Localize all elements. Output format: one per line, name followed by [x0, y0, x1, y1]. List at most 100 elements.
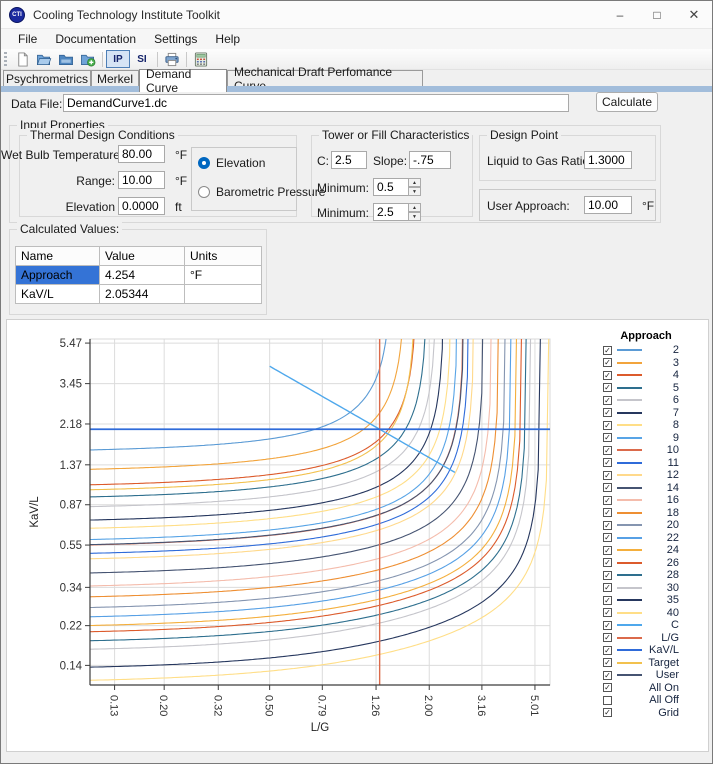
legend-checkbox[interactable]: ✓	[603, 621, 612, 630]
menu-file[interactable]: File	[9, 30, 46, 48]
legend-checkbox[interactable]: ✓	[603, 708, 612, 717]
calculate-button[interactable]: Calculate	[596, 92, 658, 112]
axis-tick-label: 0.20	[157, 695, 169, 716]
tab-merkel[interactable]: Merkel	[91, 70, 139, 86]
minimize-button[interactable]: –	[602, 1, 638, 29]
ip-units-button[interactable]: IP	[106, 50, 130, 68]
legend-checkbox[interactable]: ✓	[603, 533, 612, 542]
legend-checkbox[interactable]: ✓	[603, 396, 612, 405]
legend-checkbox[interactable]: ✓	[603, 458, 612, 467]
close-button[interactable]: ✕	[676, 1, 712, 29]
axis-tick-label: 3.45	[60, 379, 82, 391]
radio-elevation-label: Elevation	[216, 156, 265, 170]
new-file-icon[interactable]	[11, 50, 33, 69]
minimum2-input[interactable]	[373, 203, 409, 221]
legend-label: 20	[642, 519, 705, 531]
legend-checkbox[interactable]: ✓	[603, 558, 612, 567]
legend-checkbox[interactable]: ✓	[603, 508, 612, 517]
menu-documentation[interactable]: Documentation	[46, 30, 145, 48]
tab-mechanical-draft[interactable]: Mechanical Draft Perfomance Curve	[227, 70, 423, 86]
legend-row-user: ✓User	[595, 669, 705, 682]
radio-barometric-dot[interactable]	[198, 186, 210, 198]
legend-line-swatch	[617, 687, 642, 689]
legend-checkbox[interactable]: ✓	[603, 683, 612, 692]
calculator-icon[interactable]	[190, 50, 212, 69]
chart-curve	[90, 320, 527, 641]
legend-row-30: ✓30	[595, 582, 705, 595]
legend-line-swatch	[617, 624, 642, 626]
table-row[interactable]: KaV/L 2.05344	[16, 285, 262, 304]
legend-checkbox[interactable]: ✓	[603, 408, 612, 417]
legend-checkbox[interactable]: ✓	[603, 421, 612, 430]
legend-checkbox[interactable]	[603, 696, 612, 705]
thermal-caption: Thermal Design Conditions	[27, 128, 178, 142]
minimum1-input[interactable]	[373, 178, 409, 196]
legend-checkbox[interactable]: ✓	[603, 608, 612, 617]
legend-row-8: ✓8	[595, 419, 705, 432]
legend-checkbox[interactable]: ✓	[603, 671, 612, 680]
legend-checkbox[interactable]: ✓	[603, 346, 612, 355]
legend-checkbox[interactable]: ✓	[603, 571, 612, 580]
axis-tick-label: 2.00	[422, 695, 434, 716]
user-approach-label: User Approach:	[487, 199, 570, 213]
legend-line-swatch	[617, 512, 642, 514]
data-file-label: Data File:	[11, 97, 62, 111]
tab-demand-curve[interactable]: Demand Curve	[139, 69, 227, 92]
legend-checkbox[interactable]: ✓	[603, 658, 612, 667]
tab-psychrometrics[interactable]: Psychrometrics	[3, 70, 91, 86]
legend-line-swatch	[617, 437, 642, 439]
radio-elevation[interactable]: Elevation	[198, 156, 265, 170]
legend-line-swatch	[617, 562, 642, 564]
add-file-icon[interactable]	[77, 50, 99, 69]
legend-checkbox[interactable]: ✓	[603, 471, 612, 480]
legend-row-2: ✓2	[595, 344, 705, 357]
slope-input[interactable]	[409, 151, 451, 169]
radio-barometric[interactable]: Barometric Pressure	[198, 185, 325, 199]
legend-checkbox[interactable]: ✓	[603, 358, 612, 367]
legend-label: 5	[642, 382, 705, 394]
si-units-button[interactable]: SI	[130, 50, 154, 68]
minimum1-stepper[interactable]: ▲▼	[408, 178, 421, 196]
legend-checkbox[interactable]: ✓	[603, 383, 612, 392]
legend-row-35: ✓35	[595, 594, 705, 607]
menu-help[interactable]: Help	[206, 30, 249, 48]
cell-kavl-name[interactable]: KaV/L	[16, 285, 100, 304]
legend-line-swatch	[617, 524, 642, 526]
minimum2-label: Minimum:	[317, 206, 369, 220]
legend-checkbox[interactable]: ✓	[603, 583, 612, 592]
cell-approach-name[interactable]: Approach	[16, 266, 100, 285]
print-icon[interactable]	[161, 50, 183, 69]
wet-bulb-input[interactable]	[118, 145, 165, 163]
legend-label: 7	[642, 407, 705, 419]
radio-barometric-label: Barometric Pressure	[216, 185, 325, 199]
range-input[interactable]	[118, 171, 165, 189]
legend-row-grid: ✓Grid	[595, 707, 705, 720]
menu-bar: File Documentation Settings Help	[1, 29, 712, 49]
radio-elevation-dot[interactable]	[198, 157, 210, 169]
legend-checkbox[interactable]: ✓	[603, 633, 612, 642]
legend-checkbox[interactable]: ✓	[603, 371, 612, 380]
table-row[interactable]: Approach 4.254 °F	[16, 266, 262, 285]
open-file-icon[interactable]	[33, 50, 55, 69]
legend-checkbox[interactable]: ✓	[603, 521, 612, 530]
legend-row-all-on: ✓All On	[595, 682, 705, 695]
legend-checkbox[interactable]: ✓	[603, 433, 612, 442]
minimum2-stepper[interactable]: ▲▼	[408, 203, 421, 221]
save-file-icon[interactable]	[55, 50, 77, 69]
legend-checkbox[interactable]: ✓	[603, 496, 612, 505]
table-header-row: Name Value Units	[16, 247, 262, 266]
legend-checkbox[interactable]: ✓	[603, 596, 612, 605]
legend-checkbox[interactable]: ✓	[603, 483, 612, 492]
legend-checkbox[interactable]: ✓	[603, 446, 612, 455]
user-approach-input[interactable]	[584, 196, 632, 214]
legend-checkbox[interactable]: ✓	[603, 546, 612, 555]
c-input[interactable]	[331, 151, 367, 169]
legend-label: C	[642, 619, 705, 631]
legend-row-all-off: All Off	[595, 694, 705, 707]
lg-ratio-input[interactable]	[584, 151, 632, 169]
maximize-button[interactable]: □	[639, 1, 675, 29]
menu-settings[interactable]: Settings	[145, 30, 206, 48]
legend-checkbox[interactable]: ✓	[603, 646, 612, 655]
data-file-input[interactable]	[63, 94, 569, 112]
elevation-input[interactable]	[118, 197, 165, 215]
